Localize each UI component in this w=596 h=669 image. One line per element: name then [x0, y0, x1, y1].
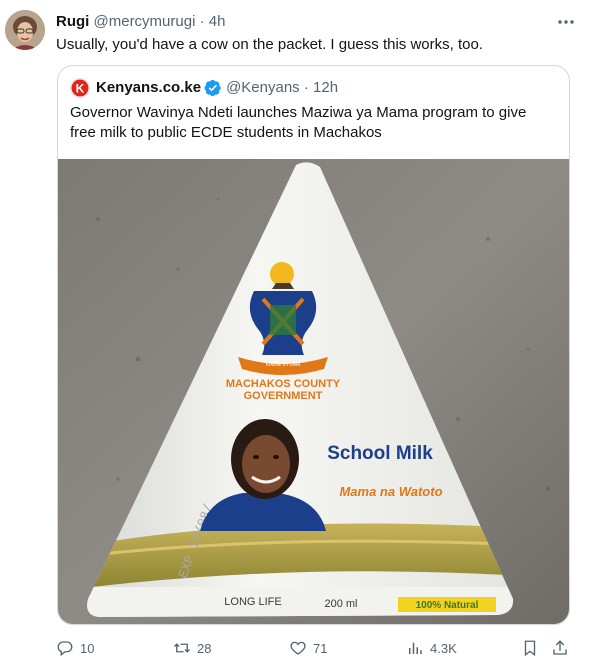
quoted-tweet-text: Governor Wavinya Ndeti launches Maziwa y… [70, 104, 527, 141]
quoted-handle: @Kenyans [226, 79, 300, 96]
retweet-count: 28 [197, 640, 212, 656]
bookmark-icon [524, 640, 536, 657]
verified-badge-icon [204, 79, 221, 97]
like-count: 71 [313, 640, 328, 656]
separator-dot: · [199, 13, 209, 30]
view-count: 4.3K [430, 640, 457, 656]
reply-icon [57, 641, 73, 657]
county-name-text: MACHAKOS COUNTY [226, 378, 341, 390]
milk-packet-photo[interactable]: EXP 19/08/ KIMBE KYUMA MACHAKOS COUNTY G… [58, 159, 569, 624]
bookmark-button[interactable] [521, 636, 545, 660]
tweet-text: Usually, you'd have a cow on the packet.… [56, 36, 483, 53]
quoted-display-name: Kenyans.co.ke [96, 79, 202, 96]
share-icon [553, 640, 567, 655]
volume-text: 200 ml [324, 598, 357, 610]
kenyans-logo-icon: K [70, 78, 90, 98]
svg-text:KIMBE KYUMA: KIMBE KYUMA [266, 362, 301, 368]
avatar[interactable] [5, 10, 45, 50]
retweet-button[interactable]: 28 [173, 636, 211, 660]
tweet-actions: 10 28 71 4.3K [56, 636, 576, 660]
quoted-tweet[interactable]: K Kenyans.co.ke @Kenyans · 12h Governor … [57, 65, 570, 625]
views-chart-icon [409, 642, 422, 654]
share-button[interactable] [551, 636, 575, 660]
like-button[interactable]: 71 [289, 636, 327, 660]
reply-count: 10 [80, 640, 95, 656]
reply-button[interactable]: 10 [56, 636, 94, 660]
product-name-text: School Milk [327, 443, 433, 464]
timestamp[interactable]: 4h [209, 13, 226, 30]
tweet-header: Rugi @mercymurugi · 4h [56, 12, 576, 32]
views-button[interactable]: 4.3K [406, 636, 457, 660]
display-name[interactable]: Rugi [56, 13, 89, 30]
handle[interactable]: @mercymurugi [94, 13, 196, 30]
long-life-text: LONG LIFE [224, 596, 281, 608]
quoted-tweet-header: K Kenyans.co.ke @Kenyans · 12h [70, 78, 338, 98]
retweet-icon [174, 643, 190, 653]
heart-icon [290, 641, 306, 655]
government-text: GOVERNMENT [244, 390, 323, 402]
quoted-timestamp: 12h [313, 79, 339, 96]
more-options-icon[interactable] [554, 10, 578, 34]
tagline-text: Mama na Watoto [339, 484, 442, 499]
natural-badge-text: 100% Natural [416, 600, 479, 611]
separator-dot: · [299, 79, 314, 96]
svg-text:K: K [76, 82, 85, 96]
